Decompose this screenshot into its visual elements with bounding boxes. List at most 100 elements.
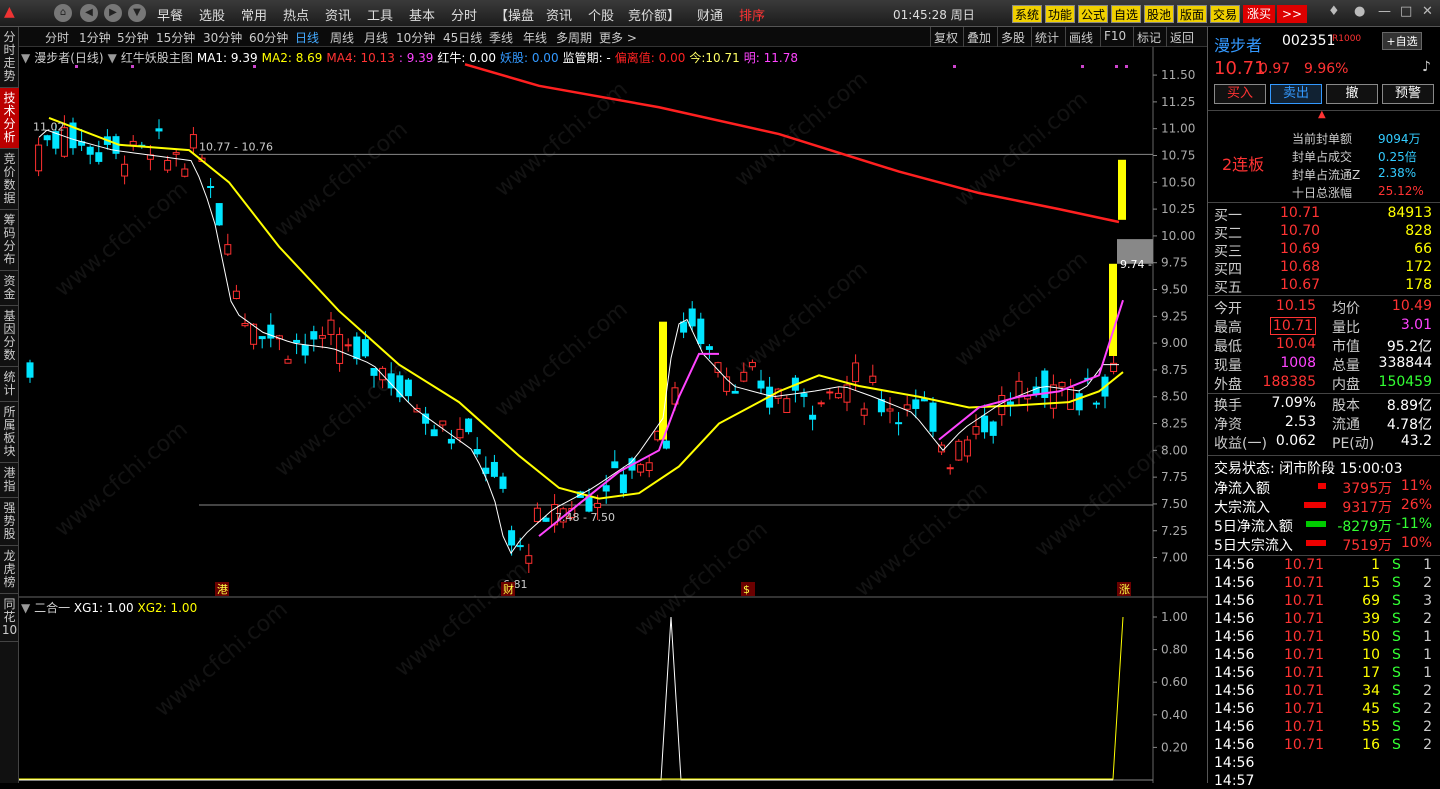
bell-icon[interactable]: ♪ [1422,59,1431,75]
y-tick-label: 9.25 [1161,309,1188,323]
period-0[interactable]: 分时 [45,29,69,46]
kline-chart[interactable]: 11.50 11.25 11.00 10.75 10.50 10.25 10.00 9.75 9… [19,47,1207,783]
chart-tool-4[interactable]: 画线 [1069,29,1093,46]
forward-icon[interactable]: ▶ [104,4,122,22]
close-icon[interactable]: ✕ [1422,4,1433,19]
home-icon[interactable]: ⌂ [54,4,72,22]
period-12[interactable]: 年线 [523,29,547,46]
menu-item-1[interactable]: 选股 [199,5,225,24]
sub-settings-icon[interactable]: ▼ [21,601,30,615]
settings-icon[interactable]: ● [1354,4,1365,19]
toolbar-button-3[interactable]: 自选 [1111,5,1142,23]
maximize-icon[interactable]: □ [1400,4,1412,19]
left-tab-0[interactable]: 分时走势 [0,27,19,88]
menu-item-13[interactable]: 排序 [739,5,765,24]
period-8[interactable]: 月线 [364,29,388,46]
self-select-button[interactable]: +自选 [1382,32,1422,50]
left-tab-6[interactable]: 统计 [0,367,19,402]
toolbar-button-6[interactable]: 交易 [1210,5,1241,23]
chart-tool-3[interactable]: 统计 [1035,29,1059,46]
minimize-icon[interactable]: — [1378,4,1391,19]
menu-item-9[interactable]: 资讯 [546,5,572,24]
period-3[interactable]: 15分钟 [156,29,195,46]
chart-area[interactable]: www.cfchi.com www.cfchi.com www.cfchi.com w… [19,47,1207,783]
candle-body [379,367,387,381]
candle-body [688,308,696,327]
period-4[interactable]: 30分钟 [203,29,242,46]
chart-tool-2[interactable]: 多股 [1001,29,1025,46]
menu-item-4[interactable]: 资讯 [325,5,351,24]
period-7[interactable]: 周线 [330,29,354,46]
tick-time: 14:56 [1214,611,1255,627]
toolbar-button-4[interactable]: 股池 [1144,5,1175,23]
toolbar-button-7[interactable]: 涨买 [1243,5,1275,23]
trade-status: 交易状态: 闭市阶段 15:00:03 [1214,461,1403,477]
trade-button-3[interactable]: 预警 [1382,84,1434,104]
period-1[interactable]: 1分钟 [79,29,111,46]
chart-tool-7[interactable]: 返回 [1170,29,1194,46]
period-6[interactable]: 日线 [295,29,319,46]
chart-tool-6[interactable]: 标记 [1137,29,1161,46]
candle-body [43,135,51,141]
trade-button-1[interactable]: 卖出 [1270,84,1322,104]
menu-item-3[interactable]: 热点 [283,5,309,24]
stock-change: 0.97 [1259,61,1291,77]
menu-item-2[interactable]: 常用 [241,5,267,24]
chart-tool-1[interactable]: 叠加 [967,29,991,46]
toolbar-button-0[interactable]: 系统 [1012,5,1043,23]
more-button[interactable]: >> [1277,5,1307,23]
trade-button-2[interactable]: 撤 [1326,84,1378,104]
left-tab-2[interactable]: 竞价数据 [0,149,19,210]
left-tab-7[interactable]: 所属板块 [0,402,19,463]
tool-separator [1065,27,1066,47]
stat-key: 最高 [1214,320,1242,336]
tick-count: 1 [1423,647,1432,663]
trade-button-0[interactable]: 买入 [1214,84,1266,104]
period-2[interactable]: 5分钟 [117,29,149,46]
bid-price: 10.67 [1280,277,1321,293]
period-11[interactable]: 季线 [489,29,513,46]
period-9[interactable]: 10分钟 [396,29,435,46]
menu-item-10[interactable]: 个股 [588,5,614,24]
toolbar-button-5[interactable]: 版面 [1177,5,1208,23]
candle-body [912,399,920,409]
collapse-icon[interactable]: ▲ [1318,109,1326,120]
legend-settings-icon[interactable]: ▼ [108,51,117,65]
left-tab-10[interactable]: 龙虎榜 [0,546,19,594]
settings-small-icon[interactable]: ▼ [21,51,30,65]
menu-item-11[interactable]: 竞价额】 [628,5,680,24]
toolbar-button-1[interactable]: 功能 [1045,5,1076,23]
menu-item-5[interactable]: 工具 [367,5,393,24]
tool-separator [1031,27,1032,47]
chart-tool-5[interactable]: F10 [1104,29,1126,43]
candle-body [929,402,937,432]
ma4-line [464,63,1120,224]
back-icon[interactable]: ◀ [80,4,98,22]
dropdown-icon[interactable]: ▼ [128,4,146,22]
left-tab-1[interactable]: 技术分析 [0,88,19,149]
menu-item-7[interactable]: 分时 [451,5,477,24]
left-tab-3[interactable]: 筹码分布 [0,210,19,271]
menu-item-0[interactable]: 早餐 [157,5,183,24]
period-13[interactable]: 多周期 [556,29,592,46]
tool-separator [1133,27,1134,47]
left-tab-4[interactable]: 资金 [0,271,19,306]
left-tab-8[interactable]: 港指 [0,463,19,498]
candle-body [327,319,335,335]
menu-item-6[interactable]: 基本 [409,5,435,24]
left-tab-11[interactable]: 同花10 [0,594,19,642]
period-5[interactable]: 60分钟 [249,29,288,46]
menu-item-12[interactable]: 财通 [697,5,723,24]
tick-count: 1 [1423,557,1432,573]
left-tab-5[interactable]: 基因分数 [0,306,19,367]
toolbar-button-2[interactable]: 公式 [1078,5,1109,23]
flow-bar [1318,483,1326,489]
period-10[interactable]: 45日线 [443,29,482,46]
chart-tool-0[interactable]: 复权 [934,29,958,46]
period-14[interactable]: 更多 > [599,29,637,46]
candle-body [95,152,103,162]
tick-count: 3 [1423,593,1432,609]
candle-body [430,429,438,437]
left-tab-9[interactable]: 强势股 [0,498,19,546]
menu-item-8[interactable]: 【操盘 [495,5,534,24]
